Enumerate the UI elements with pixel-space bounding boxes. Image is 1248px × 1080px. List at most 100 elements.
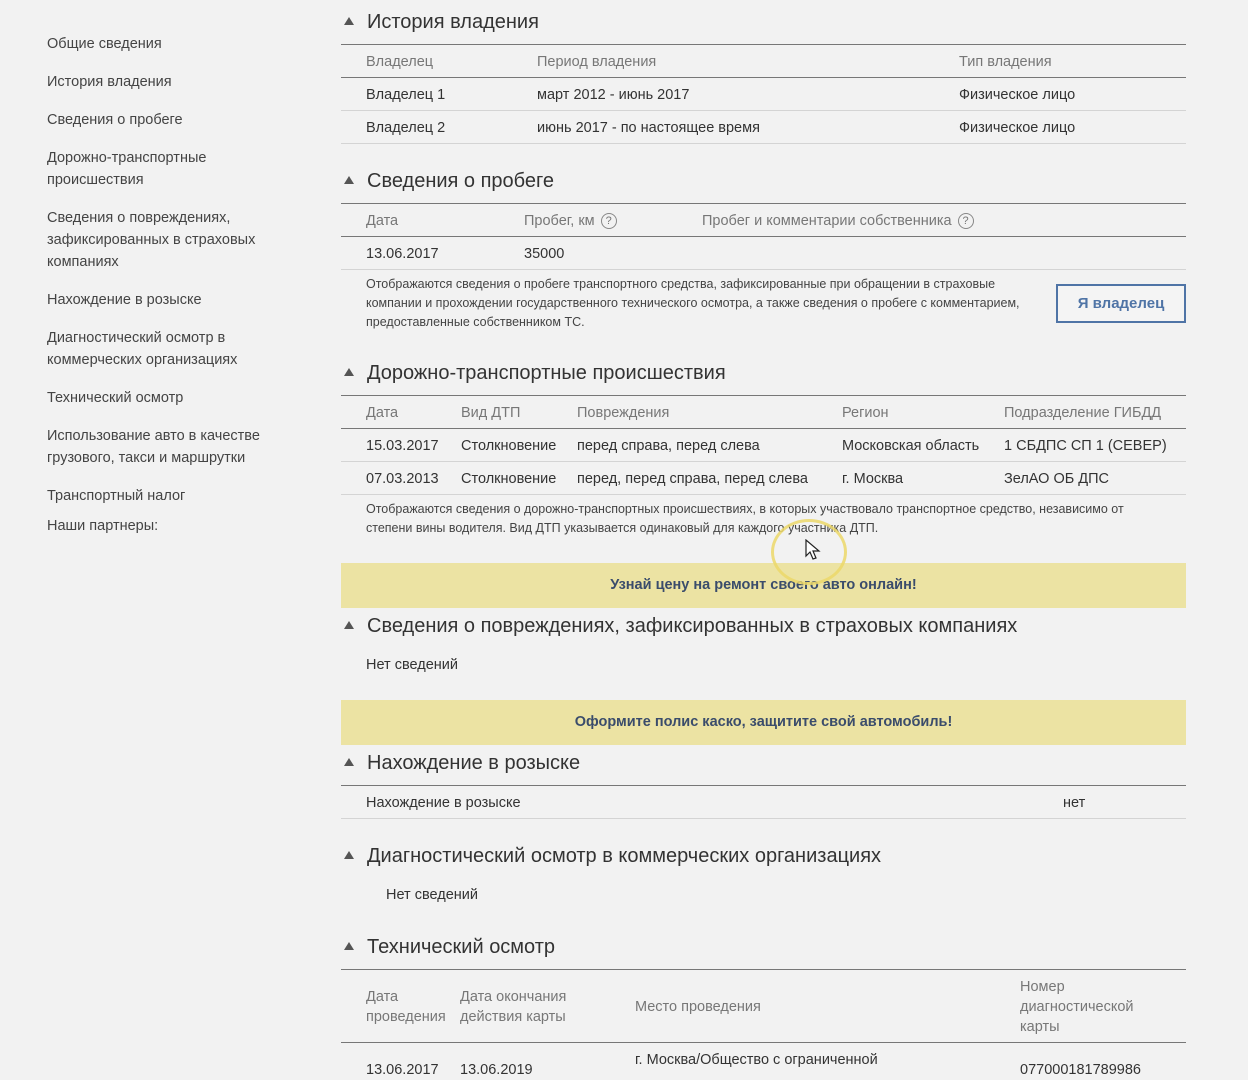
sidebar-item-damages[interactable]: Сведения о повреждениях, зафиксированных…: [47, 207, 272, 273]
section-mileage-toggle[interactable]: Сведения о пробеге: [341, 167, 1186, 197]
column-header: Дата окончания: [460, 989, 567, 1005]
partners-label: Наши партнеры:: [47, 518, 159, 534]
table-cell: июнь 2017 - по настоящее время: [537, 120, 760, 136]
sidebar-item-commercial-use[interactable]: Использование авто в качестве грузового,…: [47, 425, 272, 469]
sidebar-item-mileage[interactable]: Сведения о пробеге: [47, 109, 287, 131]
mileage-note: Отображаются сведения о пробеге транспор…: [366, 277, 1020, 329]
table-cell: г. Москва/Общество с ограниченной: [635, 1052, 878, 1068]
divider: [341, 969, 1186, 970]
section-damages-toggle[interactable]: Сведения о повреждениях, зафиксированных…: [341, 612, 1186, 642]
divider: [341, 395, 1186, 396]
table-cell: Столкновение: [461, 438, 557, 454]
table-cell: 077000181789986: [1020, 1062, 1141, 1078]
column-header: карты: [1020, 1019, 1060, 1035]
table-cell: ЗелАО ОБ ДПС: [1004, 471, 1109, 487]
column-header: Место проведения: [635, 999, 761, 1015]
table-cell: Владелец 2: [366, 120, 446, 136]
collapse-triangle-icon: [344, 851, 354, 859]
column-header: Дата: [366, 213, 399, 229]
i-am-owner-button[interactable]: Я владелец: [1056, 284, 1186, 323]
column-header: Повреждения: [577, 405, 670, 421]
sidebar-item-inspection[interactable]: Технический осмотр: [47, 387, 287, 409]
column-header: Тип владения: [959, 54, 1052, 70]
divider: [341, 1042, 1186, 1043]
repair-price-banner[interactable]: Узнай цену на ремонт своего авто онлайн!: [341, 563, 1186, 608]
section-title: История владения: [367, 11, 539, 33]
collapse-triangle-icon: [344, 758, 354, 766]
column-header: Пробег и комментарии собственника?: [702, 211, 974, 231]
column-header: Дата: [366, 989, 399, 1005]
column-header: Дата: [366, 405, 399, 421]
accidents-note: Отображаются сведения о дорожно-транспор…: [366, 502, 1124, 535]
collapse-triangle-icon: [344, 621, 354, 629]
sidebar-item-wanted[interactable]: Нахождение в розыске: [47, 289, 287, 311]
sidebar-item-tax[interactable]: Транспортный налог: [47, 485, 287, 507]
column-header: Пробег, км?: [524, 211, 617, 231]
table-cell: 1 СБДПС СП 1 (СЕВЕР): [1004, 438, 1167, 454]
divider: [341, 818, 1186, 819]
table-cell: 13.06.2019: [460, 1062, 533, 1078]
collapse-triangle-icon: [344, 17, 354, 25]
wanted-value: нет: [1063, 795, 1086, 811]
table-cell: 13.06.2017: [366, 1062, 439, 1078]
table-cell: 13.06.2017: [366, 246, 439, 262]
column-header: проведения: [366, 1009, 446, 1025]
section-accidents-toggle[interactable]: Дорожно-транспортные происшествия: [341, 359, 1186, 389]
divider: [341, 203, 1186, 204]
section-title: Нахождение в розыске: [367, 752, 581, 774]
table-cell: Владелец 1: [366, 87, 446, 103]
wanted-label: Нахождение в розыске: [366, 795, 521, 811]
column-header: Регион: [842, 405, 889, 421]
section-title: Диагностический осмотр в коммерческих ор…: [367, 845, 882, 867]
divider: [341, 461, 1186, 462]
sidebar-item-diagnostic[interactable]: Диагностический осмотр в коммерческих ор…: [47, 327, 267, 371]
collapse-triangle-icon: [344, 176, 354, 184]
table-cell: 35000: [524, 246, 565, 262]
table-cell: 15.03.2017: [366, 438, 439, 454]
section-ownership-toggle[interactable]: История владения: [341, 8, 1186, 38]
sidebar-item-ownership[interactable]: История владения: [47, 71, 287, 93]
divider: [341, 785, 1186, 786]
divider: [341, 494, 1186, 495]
table-cell: 07.03.2013: [366, 471, 439, 487]
divider: [341, 428, 1186, 429]
column-header: Вид ДТП: [461, 405, 521, 421]
mouse-pointer-icon: [805, 539, 821, 560]
divider: [341, 143, 1186, 144]
divider: [341, 110, 1186, 111]
divider: [341, 269, 1186, 270]
table-cell: Физическое лицо: [959, 87, 1076, 103]
divider: [341, 44, 1186, 45]
table-cell: Московская область: [842, 438, 980, 454]
section-diagnostic-toggle[interactable]: Диагностический осмотр в коммерческих ор…: [341, 842, 1186, 872]
section-title: Сведения о пробеге: [367, 170, 555, 192]
column-header: Подразделение ГИБДД: [1004, 405, 1162, 421]
table-cell: перед справа, перед слева: [577, 438, 760, 454]
no-data-text: Нет сведений: [386, 887, 478, 903]
section-wanted-toggle[interactable]: Нахождение в розыске: [341, 749, 1186, 779]
column-header: Владелец: [366, 54, 434, 70]
divider: [341, 236, 1186, 237]
section-title: Дорожно-транспортные происшествия: [367, 362, 726, 384]
column-header: диагностической: [1020, 999, 1134, 1015]
help-icon[interactable]: ?: [957, 213, 974, 229]
column-header: Номер: [1020, 979, 1065, 995]
kasko-banner[interactable]: Оформите полис каско, защитите свой авто…: [341, 700, 1186, 745]
column-header: Период владения: [537, 54, 657, 70]
section-title: Сведения о повреждениях, зафиксированных…: [367, 615, 1018, 637]
table-cell: Физическое лицо: [959, 120, 1076, 136]
no-data-text: Нет сведений: [366, 657, 458, 673]
table-cell: Столкновение: [461, 471, 557, 487]
sidebar-item-general[interactable]: Общие сведения: [47, 33, 287, 55]
table-cell: перед, перед справа, перед слева: [577, 471, 808, 487]
help-icon[interactable]: ?: [600, 213, 617, 229]
section-title: Технический осмотр: [367, 936, 556, 958]
section-inspection-toggle[interactable]: Технический осмотр: [341, 933, 1186, 963]
sidebar-item-accidents[interactable]: Дорожно-транспортные происшествия: [47, 147, 247, 191]
collapse-triangle-icon: [344, 942, 354, 950]
collapse-triangle-icon: [344, 368, 354, 376]
table-cell: март 2012 - июнь 2017: [537, 87, 690, 103]
divider: [341, 77, 1186, 78]
column-header: действия карты: [460, 1009, 566, 1025]
table-cell: г. Москва: [842, 471, 904, 487]
